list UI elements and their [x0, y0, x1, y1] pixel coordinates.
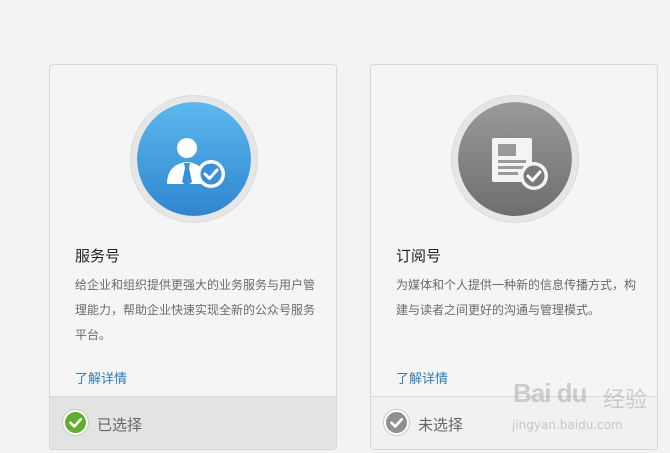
baidu-jingyan-watermark: Bai du 经验 jingyan.baidu.com [508, 378, 658, 438]
learn-more-link[interactable]: 了解详情 [75, 368, 127, 387]
watermark-url: jingyan.baidu.com [512, 418, 623, 432]
service-account-card[interactable]: 服务号 给企业和组织提供更强大的业务服务与用户管理能力，帮助企业快速实现全新的公… [49, 64, 337, 450]
service-account-emblem [130, 95, 258, 223]
watermark-logo: Bai du [513, 378, 587, 408]
watermark-brand: 经验 [603, 388, 648, 413]
unselected-check-icon[interactable] [383, 409, 410, 436]
selection-status: 未选择 [418, 416, 464, 434]
card-title: 订阅号 [396, 247, 442, 265]
service-account-icon [137, 102, 251, 216]
selection-status: 已选择 [97, 416, 143, 434]
selected-check-icon[interactable] [62, 409, 89, 436]
card-description: 为媒体和个人提供一种新的信息传播方式，构建与读者之间更好的沟通与管理模式。 [396, 278, 637, 317]
subscription-account-icon [458, 102, 572, 216]
subscription-account-emblem [451, 95, 579, 223]
selection-footer[interactable]: 已选择 [50, 396, 336, 449]
card-title: 服务号 [75, 247, 121, 265]
learn-more-link[interactable]: 了解详情 [396, 368, 448, 387]
card-description: 给企业和组织提供更强大的业务服务与用户管理能力，帮助企业快速实现全新的公众号服务… [75, 278, 316, 342]
